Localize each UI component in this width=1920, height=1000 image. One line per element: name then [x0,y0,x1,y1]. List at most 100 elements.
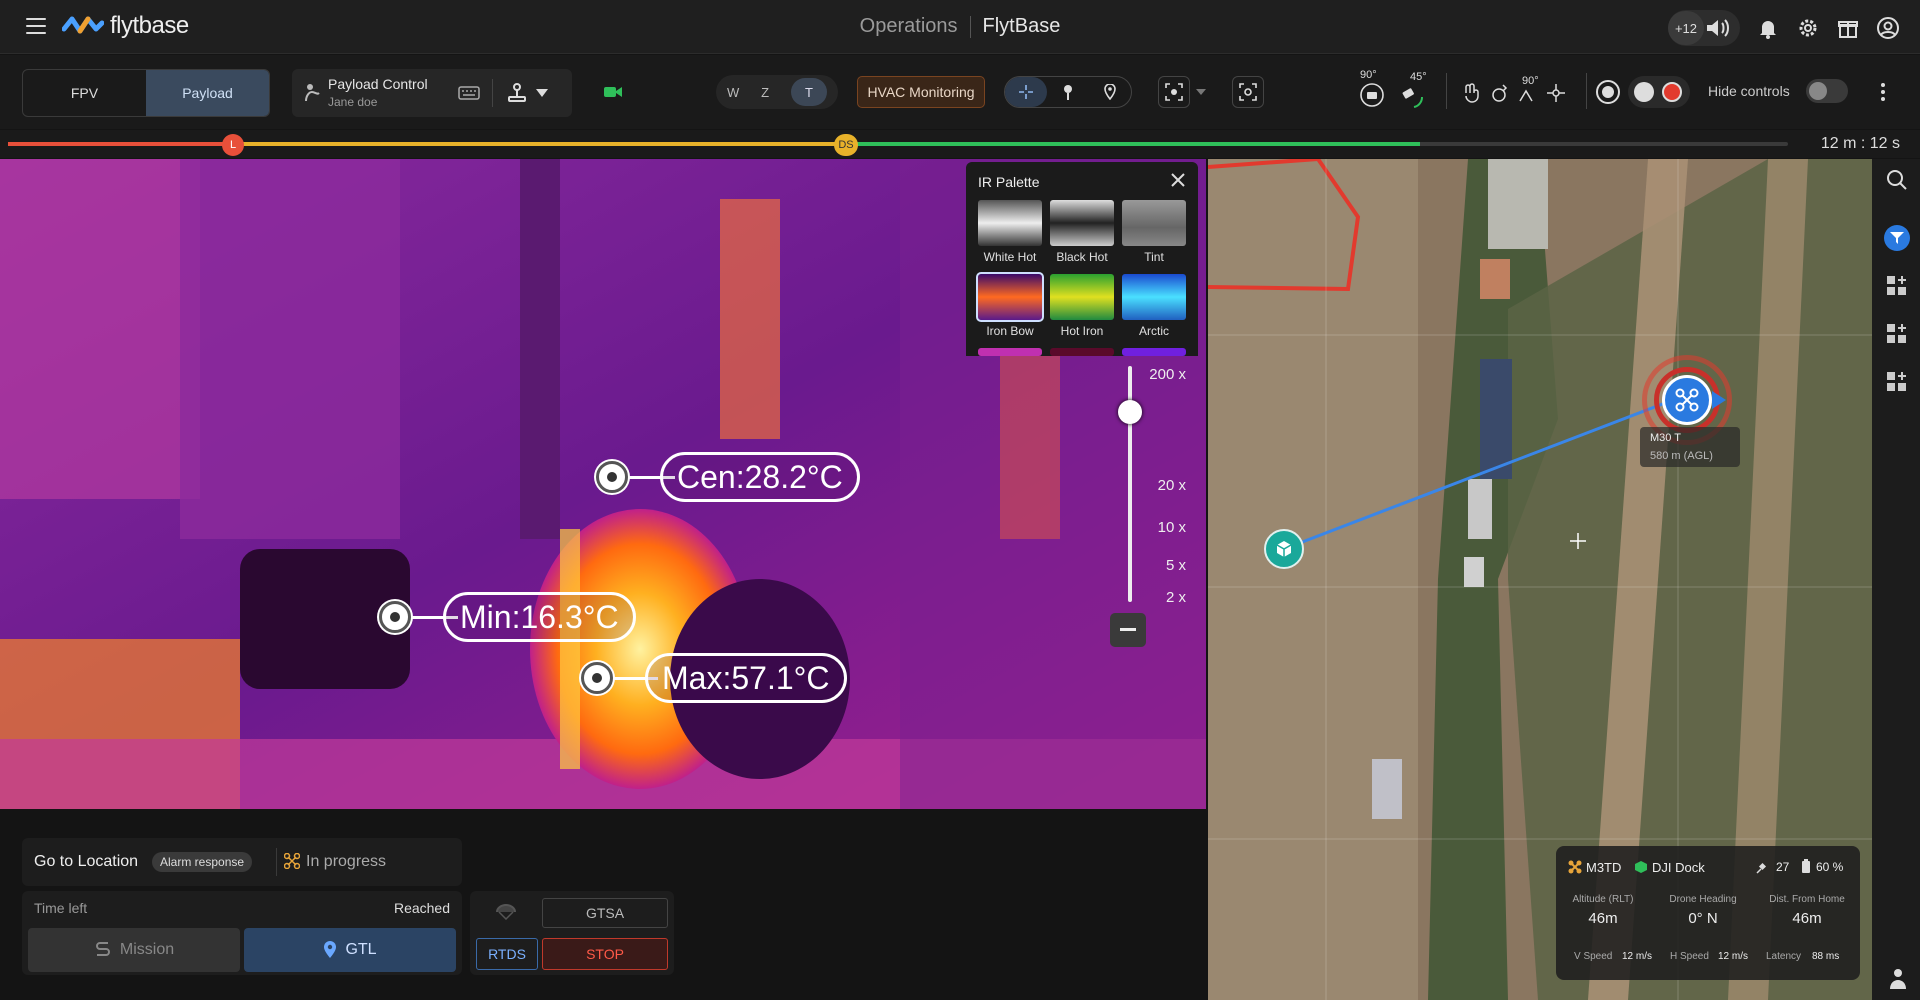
zoom-level-20[interactable]: 20 x [1158,477,1186,494]
more-options-icon[interactable] [1880,82,1886,102]
layers-add-icon[interactable] [1886,275,1908,297]
crosshair-icon [1019,85,1033,99]
progress-marker-ds[interactable]: DS [834,134,858,156]
gtl-button[interactable]: GTL [244,928,456,972]
crosshair-tool[interactable] [1005,77,1047,107]
lens-mode-w[interactable]: W [727,85,739,100]
gtl-button-label: GTL [345,941,377,958]
altitude-value: 46m [1588,910,1618,927]
gimbal-90b-button[interactable]: 90° [1514,73,1544,113]
drone-model: M3TD [1586,860,1622,875]
latency-value: 88 ms [1812,951,1840,962]
progress-segment-yellow [234,142,846,146]
palette-black-hot[interactable] [1050,200,1114,246]
gimbal-angle-icon [1402,88,1424,108]
lens-mode-z[interactable]: Z [761,85,769,100]
layers-add-icon[interactable] [1886,371,1908,393]
filter-button[interactable] [1884,225,1910,251]
time-left-label: Time left [34,900,88,916]
mission-button-label: Mission [119,941,175,958]
video-camera-icon[interactable] [604,85,622,99]
palette-arctic[interactable] [1122,274,1186,320]
drone-marker[interactable] [1662,375,1712,425]
alarm-badge: Alarm response [152,852,253,872]
heading-label: Drone Heading [1669,894,1737,905]
tab-payload[interactable]: Payload [146,70,269,116]
section-title: Operations [859,15,958,37]
gtsa-button[interactable]: GTSA [542,898,668,928]
zoom-out-button[interactable] [1110,613,1146,647]
mission-tag-button[interactable]: HVAC Monitoring [857,76,985,108]
zoom-handle[interactable] [1118,400,1142,424]
palette-more-1[interactable] [978,348,1042,356]
keyboard-icon[interactable] [458,85,480,101]
photo-capture-button[interactable] [1596,80,1620,104]
center-temp-marker[interactable] [596,461,628,493]
bell-icon[interactable] [1756,16,1780,40]
mission-progress: L DS 12 m : 12 s [0,130,1920,158]
rtds-button[interactable]: RTDS [476,938,538,970]
altitude-label: Altitude (RLT) [1572,894,1634,905]
palette-more-2[interactable] [1050,348,1114,356]
mission-button[interactable]: Mission [28,928,240,972]
palette-more-3[interactable] [1122,348,1186,356]
pin-tool[interactable] [1047,77,1089,107]
gear-icon[interactable] [1796,16,1820,40]
palette-hot-iron[interactable] [1050,274,1114,320]
gimbal-45-button[interactable]: 45° [1396,69,1432,115]
page-title: Operations FlytBase [0,15,1920,38]
search-icon[interactable] [1886,169,1908,191]
pilot-icon[interactable] [1886,967,1910,991]
flight-timer: 12 m : 12 s [1820,135,1900,152]
gift-icon[interactable] [1836,16,1860,40]
satellite-icon [1756,862,1767,874]
gesture-icon[interactable] [1462,83,1480,103]
focus-button[interactable] [1232,76,1264,108]
zoom-level-10[interactable]: 10 x [1158,519,1186,536]
progress-marker-l[interactable]: L [222,134,244,156]
max-temp-marker[interactable] [581,662,613,694]
gimbal-reset-icon[interactable] [1490,83,1508,103]
parachute-icon[interactable] [496,904,516,920]
latency-label: Latency [1766,951,1802,962]
user-account-icon[interactable] [1876,16,1900,40]
palette-tint[interactable] [1122,200,1186,246]
drone-center-icon[interactable] [1546,83,1566,103]
progress-segment-red [8,142,234,146]
drone-info-card[interactable]: M30 T 580 m (AGL) [1640,427,1740,467]
gimbal-yaw-icon [1519,89,1533,102]
dock-home-marker[interactable] [1264,529,1304,569]
heading-value: 0° N [1688,910,1718,927]
zoom-level-200[interactable]: 200 x [1149,366,1186,383]
task-status-panel: Go to Location Alarm response In progres… [22,838,462,886]
joystick-mode-icon[interactable] [506,82,528,104]
notification-stack[interactable]: +12 [1668,10,1740,46]
capture-mode-button[interactable] [1158,76,1190,108]
palette-white-hot[interactable] [978,200,1042,246]
zoom-level-5[interactable]: 5 x [1166,557,1186,574]
palette-iron-bow[interactable] [976,272,1044,322]
min-temp-marker[interactable] [379,601,411,633]
joystick-icon [305,84,320,102]
location-tool[interactable] [1089,77,1131,107]
stop-button[interactable]: STOP [542,938,668,970]
filter-icon [1890,232,1904,244]
location-pin-icon [324,941,337,958]
close-icon[interactable] [1170,172,1186,188]
payload-control-panel[interactable]: Payload Control Jane doe [292,69,572,117]
zoom-level-2[interactable]: 2 x [1166,589,1186,606]
volume-icon[interactable] [1704,16,1734,40]
drone-icon [1675,388,1699,412]
layers-add-icon[interactable] [1886,323,1908,345]
dock-name: DJI Dock [1652,860,1705,875]
task-status: In progress [306,853,387,870]
vspeed-value: 12 m/s [1622,951,1653,962]
chevron-down-icon[interactable] [1196,89,1206,95]
hide-controls-toggle[interactable] [1806,79,1848,103]
record-toggle[interactable] [1628,76,1690,108]
ir-palette-title: IR Palette [978,174,1040,190]
lens-mode-t[interactable]: T [791,78,828,106]
chevron-down-icon[interactable] [536,89,548,97]
tab-fpv[interactable]: FPV [23,70,146,116]
gimbal-90-button[interactable]: 90° [1354,69,1390,115]
